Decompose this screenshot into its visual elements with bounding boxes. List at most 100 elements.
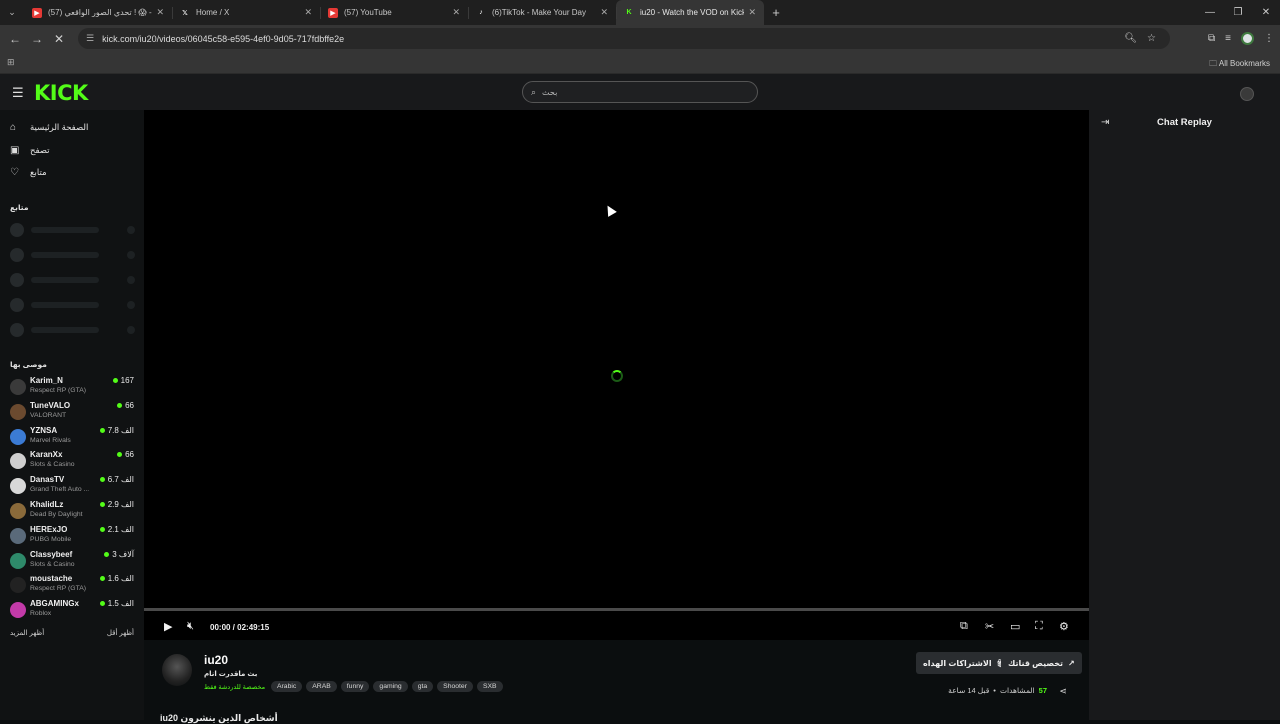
video-player[interactable]: ▶ 🔇︎ 00:00 / 02:49:15 ⧉ ✂ ▭ ⛶ ⚙ [144,110,1089,640]
pip-icon[interactable]: ⧉ [960,620,968,633]
live-dot-icon [99,427,105,433]
recommended-channel[interactable]: DanasTV Grand Theft Auto ... 6.7 الف [10,475,134,497]
sidebar-item-label: متابع [30,166,47,177]
settings-icon[interactable]: ⚙ [1059,620,1069,633]
zoom-icon[interactable]: 🔍︎ [1124,33,1137,44]
restore-icon[interactable]: ❐ [1224,0,1252,25]
live-dot-icon [99,601,105,607]
sidebar-item-browse[interactable]: ▣ تصفح [10,142,135,158]
browser-tab-active[interactable]: K iu20 - Watch the VOD on Kick ✕ [616,0,764,25]
tag-chip[interactable]: gta [411,681,434,692]
channel-avatar [10,552,26,569]
sidebar-item-following[interactable]: ♡ متابع [10,164,135,180]
close-tab-icon[interactable]: ✕ [304,7,312,18]
show-less-button[interactable]: أظهر أقل [107,629,134,637]
tag-chip[interactable]: gaming [373,681,408,692]
bookmark-star-icon[interactable]: ☆ [1147,33,1156,44]
recommended-channel[interactable]: ABGAMINGx Roblox 1.5 الف [10,599,134,621]
viewer-count-text: 6.7 الف [107,475,134,485]
close-tab-icon[interactable]: ✕ [452,7,460,18]
live-dot-icon [117,402,123,408]
seek-bar[interactable] [144,608,1089,611]
tab-search-icon[interactable]: ⌄ [0,0,24,25]
recommended-channel[interactable]: KaranXx Slots & Casino 66 [10,450,134,472]
vod-category[interactable]: مخصصة للدردشة فقط [204,683,265,691]
show-more-button[interactable]: أظهر المزيد [10,630,44,637]
play-icon[interactable]: ▶ [164,620,172,633]
kick-logo[interactable]: KICK [34,81,88,105]
recommended-channel[interactable]: HERExJO PUBG Mobile 2.1 الف [10,525,134,547]
stop-icon[interactable]: ✕ [48,32,70,46]
browser-tab[interactable]: ▶ (57) YouTube ✕ [320,0,468,25]
viewer-count-text: 2.9 الف [107,500,134,509]
clip-icon[interactable]: ✂ [985,620,994,633]
close-window-icon[interactable]: ✕ [1252,0,1280,25]
media-icon[interactable]: ≡ [1225,33,1231,44]
channel-avatar [10,403,26,420]
address-bar[interactable]: ☰ kick.com/iu20/videos/06045c58-e595-4ef… [78,28,1170,49]
channel-category: Slots & Casino [30,560,75,568]
tag-chip[interactable]: funny [340,681,370,692]
extensions-icon[interactable]: ⧉ [1208,33,1215,44]
kick-favicon-icon: K [626,9,632,16]
theater-mode-icon[interactable]: ▭ [1010,620,1020,633]
subscriptions-button[interactable]: الاشتراكات الهداه 🎁︎ [916,652,1014,674]
new-tab-icon[interactable]: + [764,5,788,20]
channel-avatar[interactable] [162,654,192,686]
channel-category: VALORANT [30,411,67,419]
menu-icon[interactable]: ⋮ [1264,33,1274,44]
user-avatar[interactable] [1240,87,1254,101]
back-icon[interactable]: ← [4,32,26,46]
mouse-cursor-icon [603,203,617,217]
sidebar-item-label: تصفح [30,144,50,155]
channel-category: Slots & Casino [30,461,75,469]
share-icon[interactable]: ⋖ [1059,686,1067,697]
channel-avatar [10,453,26,470]
channel-name[interactable]: iu20 [204,653,228,667]
profile-avatar[interactable] [1241,32,1254,45]
tag-chip[interactable]: Shooter [437,681,473,692]
close-tab-icon[interactable]: ✕ [748,7,756,18]
browser-tab[interactable]: ▶ (57) تحدي الصور الواقعي ! 😱 - ✕ [24,0,172,25]
recommended-channel[interactable]: TuneVALO VALORANT 66 [10,401,134,423]
recommended-channel[interactable]: moustache Respect RP (GTA) 1.6 الف [10,574,134,596]
tab-title: Home / X [196,8,230,17]
search-input[interactable]: ⌕ بحث [522,81,758,103]
close-tab-icon[interactable]: ✕ [600,7,608,18]
channel-name: TuneVALO [30,400,71,410]
loading-placeholder [10,323,135,337]
recommended-channel[interactable]: YZNSA Marvel Rivals 7.8 الف [10,426,134,448]
recommended-channel[interactable]: KhalidLz Dead By Daylight 2.9 الف [10,500,134,522]
all-bookmarks-button[interactable]: 🗀 All Bookmarks [1209,58,1270,72]
forward-icon[interactable]: → [26,32,48,46]
recommended-channel[interactable]: Classybeef Slots & Casino 3 آلاف [10,550,134,572]
channel-category: Respect RP (GTA) [30,387,87,394]
viewer-count-text: 1.6 الف [107,574,134,584]
browser-tab[interactable]: 𝕏 Home / X ✕ [172,0,320,25]
channel-name: DanasTV [30,475,65,485]
customize-channel-button[interactable]: تخصيص قناتك ↗ [1001,652,1082,674]
close-tab-icon[interactable]: ✕ [156,7,164,18]
collapse-chat-icon[interactable]: ⇥ [1101,117,1109,128]
mute-icon[interactable]: 🔇︎ [187,620,194,633]
live-dot-icon [112,378,118,383]
fullscreen-icon[interactable]: ⛶ [1035,620,1043,633]
sidebar-item-home[interactable]: ⌂ الصفحة الرئيسية [10,119,135,135]
apps-grid-icon[interactable]: ⊞ [7,57,15,68]
viewer-count-text: 3 آلاف [112,549,134,559]
recommended-channel[interactable]: Karim_N Respect RP (GTA) 167 [10,376,134,398]
chat-title: Chat Replay [1157,117,1212,128]
channel-name: ABGAMINGx [30,599,79,609]
browser-tab[interactable]: ♪ (6)TikTok - Make Your Day ✕ [468,0,616,25]
tab-title: iu20 - Watch the VOD on Kick [640,8,745,17]
vod-meta: قبل 14 ساعة • المشاهدات 57 [948,686,1047,695]
hamburger-menu-icon[interactable]: ☰ [12,85,24,101]
tag-chip[interactable]: ARAB [306,681,337,692]
all-bookmarks-label: All Bookmarks [1218,59,1270,68]
sidebar-item-label: الصفحة الرئيسية [30,121,89,132]
tag-chip[interactable]: Arabic [271,681,303,692]
minimize-icon[interactable]: — [1196,0,1224,25]
site-info-icon[interactable]: ☰ [86,33,94,44]
tag-chip[interactable]: SXB [476,681,503,692]
folder-icon: 🗀 [1209,59,1218,68]
